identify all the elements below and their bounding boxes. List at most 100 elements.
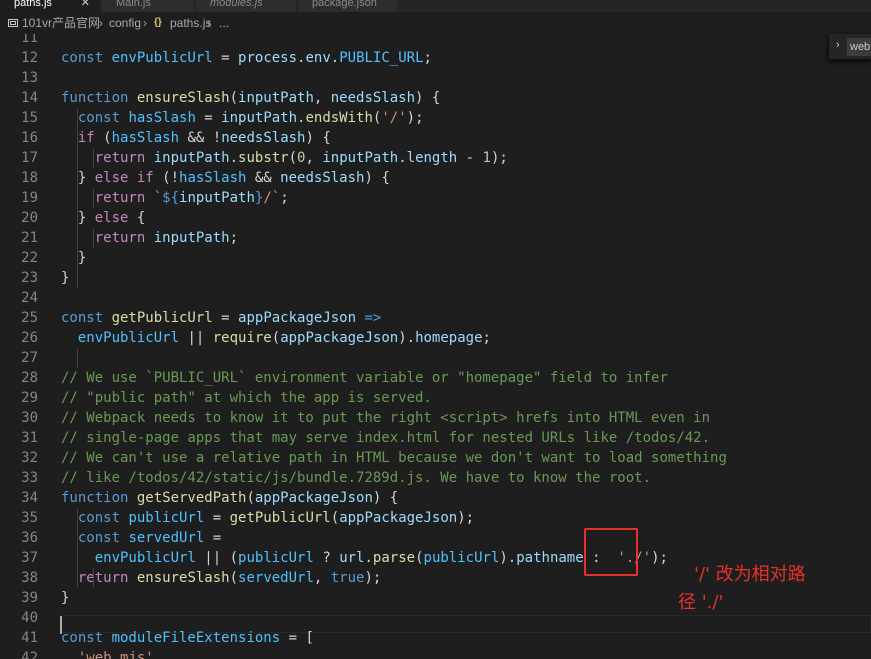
code-token: return	[94, 190, 154, 206]
code-token: return	[94, 150, 154, 166]
line-number: 27	[21, 350, 38, 366]
chevron-right-icon[interactable]: ›	[836, 39, 840, 51]
code-line[interactable]: return inputPath.substr(0, inputPath.len…	[61, 148, 508, 168]
code-token: ;	[423, 50, 432, 66]
code-token: appPackageJson	[280, 330, 399, 346]
code-line[interactable]: return inputPath;	[61, 228, 238, 248]
code-token: -	[457, 150, 483, 166]
code-line[interactable]: } else if (!hasSlash && needsSlash) {	[61, 168, 390, 188]
line-number: 25	[21, 310, 38, 326]
breadcrumb: 101vr产品官网 › config › {} paths.js › ...	[0, 12, 871, 34]
code-token: // like /todos/42/static/js/bundle.7289d…	[61, 470, 652, 486]
code-token: length	[406, 150, 458, 166]
tab-label: modules.js	[210, 0, 263, 9]
code-token: function	[61, 90, 137, 106]
indent-guide	[93, 148, 94, 168]
code-line[interactable]: // single-page apps that may serve index…	[61, 428, 710, 448]
code-token: require	[212, 330, 272, 346]
breadcrumb-item-more[interactable]: ...	[219, 12, 229, 34]
code-token: inputPath	[322, 150, 399, 166]
code-token: =	[195, 110, 222, 126]
code-line[interactable]: const hasSlash = inputPath.endsWith('/')…	[61, 108, 424, 128]
tab-1[interactable]: paths.js ✕	[0, 0, 101, 12]
code-line[interactable]: return ensureSlash(servedUrl, true);	[61, 568, 381, 588]
code-line[interactable]: envPublicUrl || require(appPackageJson).…	[61, 328, 491, 348]
code-line[interactable]: const moduleFileExtensions = [	[61, 628, 314, 648]
code-line[interactable]: // We use `PUBLIC_URL` environment varia…	[61, 368, 668, 388]
code-token: `	[153, 190, 163, 206]
code-line[interactable]: const getPublicUrl = appPackageJson =>	[61, 308, 381, 328]
find-input[interactable]: web	[847, 38, 871, 56]
code-token: ;	[229, 230, 239, 246]
code-token: ,	[313, 90, 331, 106]
code-token: needsSlash	[221, 130, 306, 146]
code-token: (	[103, 130, 112, 146]
code-token: (	[330, 510, 340, 526]
code-line[interactable]: }	[61, 588, 69, 608]
code-token: // Webpack needs to know it to put the r…	[61, 410, 711, 426]
code-line[interactable]: function getServedPath(appPackageJson) {	[61, 488, 398, 508]
code-token: (	[271, 330, 281, 346]
find-widget[interactable]: › web	[829, 34, 871, 59]
code-line[interactable]: function ensureSlash(inputPath, needsSla…	[61, 88, 440, 108]
tab-2[interactable]: Main.js	[102, 0, 195, 12]
code-token: ,	[153, 650, 163, 659]
code-line[interactable]: // like /todos/42/static/js/bundle.7289d…	[61, 468, 651, 488]
code-line[interactable]: const envPublicUrl = process.env.PUBLIC_…	[61, 48, 432, 68]
code-token: inputPath	[153, 150, 230, 166]
code-line[interactable]: const publicUrl = getPublicUrl(appPackag…	[61, 508, 474, 528]
line-number: 14	[21, 90, 38, 106]
code-token: process	[238, 50, 298, 66]
breadcrumb-separator: ›	[143, 16, 147, 30]
code-token: ?	[313, 550, 340, 566]
line-number: 36	[21, 530, 38, 546]
code-line[interactable]: } else {	[61, 208, 145, 228]
code-token: publicUrl	[128, 510, 205, 526]
code-line[interactable]: 'web.mjs',	[61, 648, 162, 659]
code-line[interactable]: }	[61, 248, 86, 268]
code-token: appPackageJson	[238, 310, 357, 326]
code-token: inputPath	[221, 110, 298, 126]
close-icon[interactable]: ✕	[81, 0, 90, 12]
code-token: // We can't use a relative path in HTML …	[61, 450, 727, 466]
code-token: =	[204, 510, 230, 526]
code-line[interactable]: envPublicUrl || (publicUrl ? url.parse(p…	[61, 548, 668, 568]
code-token: appPackageJson	[339, 510, 458, 526]
code-line[interactable]: // We can't use a relative path in HTML …	[61, 448, 727, 468]
line-number: 12	[21, 50, 38, 66]
code-line[interactable]: return `${inputPath}/`;	[61, 188, 289, 208]
breadcrumb-item-root[interactable]: 101vr产品官网	[22, 12, 100, 34]
code-token: const	[61, 630, 112, 646]
line-number: 22	[21, 250, 38, 266]
breadcrumb-item-file[interactable]: paths.js	[170, 12, 211, 34]
code-token: if	[77, 130, 104, 146]
line-number: 38	[21, 570, 38, 586]
breadcrumb-separator: ›	[207, 16, 211, 30]
code-line[interactable]: if (hasSlash && !needsSlash) {	[61, 128, 331, 148]
code-token: substr	[238, 150, 289, 166]
indent-guide	[93, 568, 94, 588]
tab-3[interactable]: modules.js	[196, 0, 297, 12]
line-number: 11	[21, 34, 38, 46]
tab-bar: paths.js ✕ Main.js modules.js package.json	[0, 0, 871, 12]
code-token: else if	[94, 170, 163, 186]
tab-4[interactable]: package.json	[298, 0, 398, 12]
code-token: publicUrl	[423, 550, 500, 566]
code-line[interactable]: // Webpack needs to know it to put the r…	[61, 408, 710, 428]
code-token: = [	[280, 630, 314, 646]
breadcrumb-item-config[interactable]: config	[109, 12, 141, 34]
code-token: const	[77, 110, 129, 126]
code-token: (	[415, 550, 424, 566]
code-line[interactable]: }	[61, 268, 69, 288]
code-token: || (	[195, 550, 239, 566]
code-token: =	[212, 310, 239, 326]
code-line[interactable]: // "public path" at which the app is ser…	[61, 388, 432, 408]
line-number: 16	[21, 130, 38, 146]
code-token: ) {	[305, 130, 331, 146]
line-number: 21	[21, 230, 38, 246]
code-line[interactable]: const servedUrl =	[61, 528, 221, 548]
